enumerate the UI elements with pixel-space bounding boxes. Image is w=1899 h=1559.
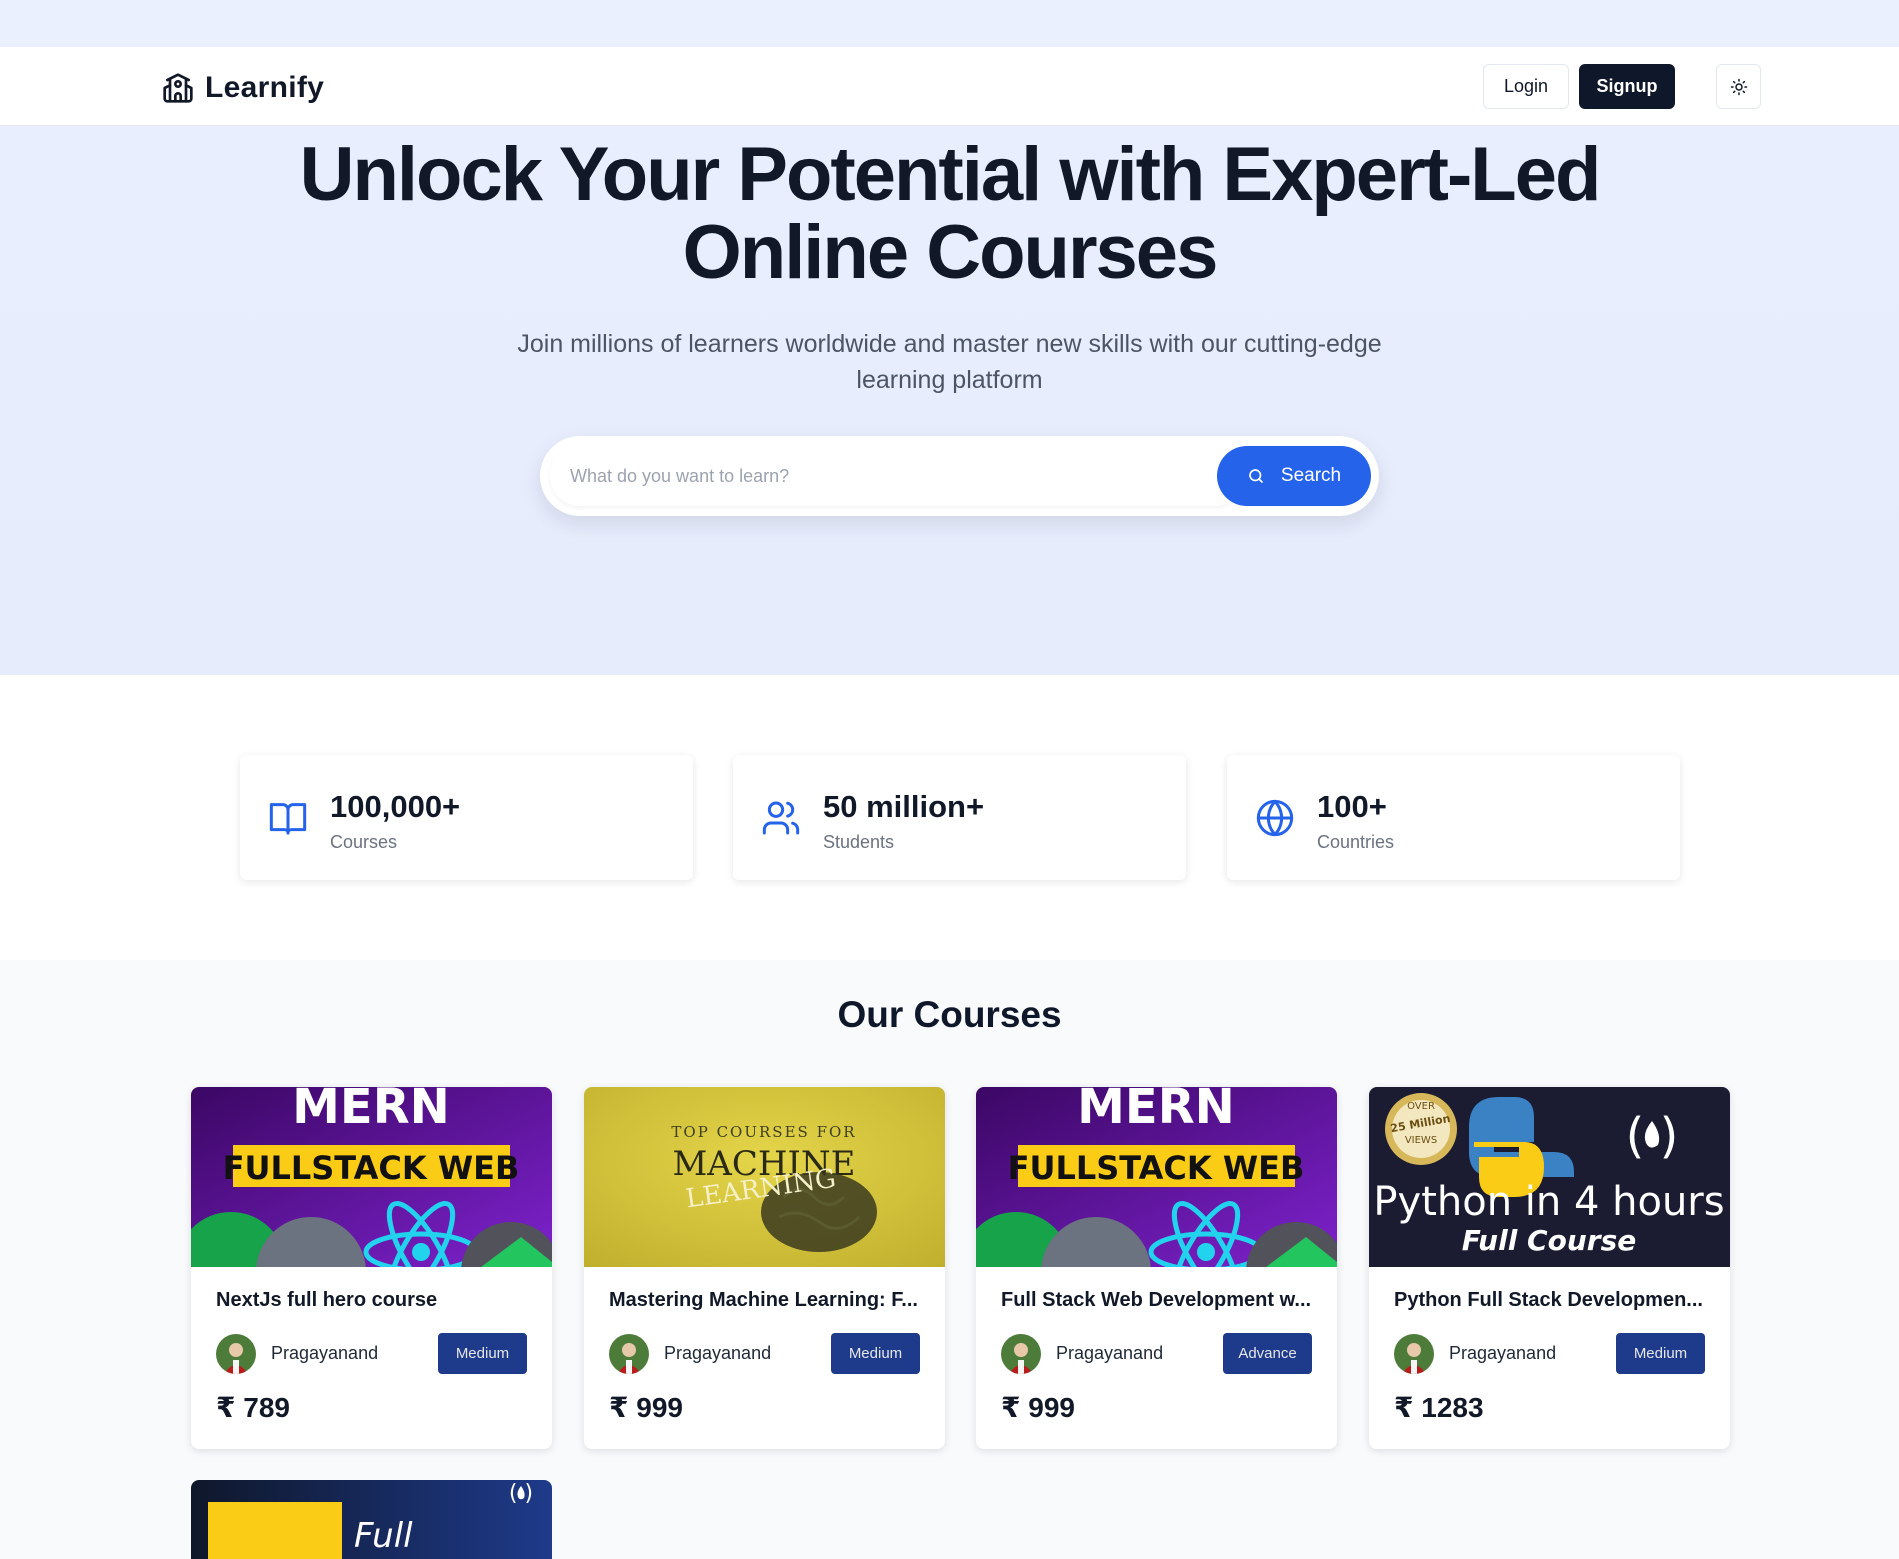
course-title[interactable]: Full Stack Web Development w... xyxy=(1001,1289,1316,1312)
instructor-avatar xyxy=(1394,1334,1434,1374)
course-card[interactable]: TOP COURSES FOR MACHINE LEARNING Masteri… xyxy=(584,1087,945,1449)
course-price: ₹ 999 xyxy=(1001,1392,1075,1423)
level-badge: Medium xyxy=(1616,1333,1705,1374)
course-title[interactable]: Mastering Machine Learning: F... xyxy=(609,1289,924,1312)
mern-thumbnail-art: MERN FULLSTACK WEB xyxy=(976,1087,1337,1267)
stat-value: 100,000+ xyxy=(330,789,461,824)
search-icon xyxy=(1249,469,1263,483)
instructor-avatar xyxy=(1001,1334,1041,1374)
search-bar: Search xyxy=(540,436,1379,516)
theme-toggle-button[interactable] xyxy=(1716,64,1761,109)
course-thumbnail[interactable]: MERN FULLSTACK WEB xyxy=(191,1087,552,1267)
courses-title: Our Courses xyxy=(837,994,1062,1035)
search-button-label: Search xyxy=(1280,465,1342,486)
navbar: Learnify Login Signup xyxy=(0,47,1899,126)
views-badge-line-3: VIEWS xyxy=(1405,1135,1437,1146)
instructor-avatar xyxy=(216,1334,256,1374)
hero-section: Unlock Your Potential with Expert-Led On… xyxy=(0,126,1899,675)
thumb-subtitle: Full Course xyxy=(1462,1224,1637,1257)
course-card[interactable]: MERN FULLSTACK WEB NextJs full hero cour… xyxy=(191,1087,552,1449)
users-icon xyxy=(762,801,800,835)
stats-section: 100,000+ Courses 50 million+ Students 10… xyxy=(0,675,1899,960)
sun-icon xyxy=(1730,78,1747,95)
course-title[interactable]: Python Full Stack Developmen... xyxy=(1394,1289,1709,1312)
stat-card-courses: 100,000+ Courses xyxy=(240,755,693,880)
thumb-subtitle: FULLSTACK WEB xyxy=(1008,1149,1305,1187)
brand[interactable]: Learnify xyxy=(161,71,324,105)
course-card[interactable]: Full ( ) xyxy=(191,1480,552,1559)
mern-thumbnail-art: MERN FULLSTACK WEB xyxy=(191,1087,552,1267)
hero-subtitle-text: Join millions of learners worldwide and … xyxy=(517,330,1382,394)
stat-label: Countries xyxy=(1317,832,1395,852)
instructor-name: Pragayanand xyxy=(271,1343,379,1363)
course-thumbnail[interactable]: Full ( ) xyxy=(191,1480,552,1559)
instructor-name: Pragayanand xyxy=(664,1343,772,1363)
stat-label: Courses xyxy=(330,832,398,852)
views-badge-line-1: OVER xyxy=(1407,1101,1435,1112)
stat-value: 50 million+ xyxy=(823,789,985,824)
ml-thumbnail-art: TOP COURSES FOR MACHINE LEARNING xyxy=(584,1087,945,1267)
login-button[interactable]: Login xyxy=(1483,64,1569,109)
level-badge: Medium xyxy=(831,1333,920,1374)
top-band xyxy=(0,0,1899,47)
thumb-subtitle: FULLSTACK WEB xyxy=(223,1149,520,1187)
signup-button[interactable]: Signup xyxy=(1579,64,1675,109)
stat-card-students: 50 million+ Students xyxy=(733,755,1186,880)
search-button[interactable]: Search xyxy=(1217,446,1371,506)
hero-title-line-2: Online Courses xyxy=(682,210,1219,295)
hero-subtitle: Join millions of learners worldwide and … xyxy=(0,326,1899,398)
stat-card-countries: 100+ Countries xyxy=(1227,755,1680,880)
thumb-title: MERN xyxy=(292,1087,450,1135)
course-price: ₹ 1283 xyxy=(1394,1392,1484,1423)
course-thumbnail[interactable]: TOP COURSES FOR MACHINE LEARNING xyxy=(584,1087,945,1267)
courses-section: Our Courses MERN FULLSTACK WEB NextJs fu… xyxy=(0,960,1899,1559)
school-icon xyxy=(163,73,193,103)
instructor-name: Pragayanand xyxy=(1056,1343,1164,1363)
instructor-name: Pragayanand xyxy=(1449,1343,1557,1363)
globe-icon xyxy=(1256,799,1294,837)
hero-title-line-1: Unlock Your Potential with Expert-Led xyxy=(299,132,1602,217)
book-open-icon xyxy=(269,803,307,835)
brand-name: Learnify xyxy=(205,71,325,104)
course-card[interactable]: OVER 25 Million VIEWS ( ) Python in 4 ho… xyxy=(1369,1087,1730,1449)
course-thumbnail[interactable]: MERN FULLSTACK WEB xyxy=(976,1087,1337,1267)
thumb-title: Python in 4 hours xyxy=(1373,1179,1724,1225)
course-title[interactable]: NextJs full hero course xyxy=(216,1289,531,1312)
instructor-avatar xyxy=(609,1334,649,1374)
python-thumbnail-art: OVER 25 Million VIEWS ( ) Python in 4 ho… xyxy=(1369,1087,1730,1267)
thumb-title: MERN xyxy=(1077,1087,1235,1135)
thumb-title: Full xyxy=(354,1516,413,1556)
course-price: ₹ 999 xyxy=(609,1392,683,1423)
level-badge: Medium xyxy=(438,1333,527,1374)
course-price: ₹ 789 xyxy=(216,1392,290,1423)
search-input[interactable] xyxy=(550,446,1245,506)
hero-title: Unlock Your Potential with Expert-Led On… xyxy=(0,136,1899,292)
course-card[interactable]: MERN FULLSTACK WEB Full Stack Web Develo… xyxy=(976,1087,1337,1449)
stat-label: Students xyxy=(823,832,895,852)
stat-value: 100+ xyxy=(1317,789,1387,824)
level-badge: Advance xyxy=(1223,1333,1312,1374)
thumb-kicker: TOP COURSES FOR xyxy=(671,1123,856,1141)
course-thumbnail[interactable]: OVER 25 Million VIEWS ( ) Python in 4 ho… xyxy=(1369,1087,1730,1267)
